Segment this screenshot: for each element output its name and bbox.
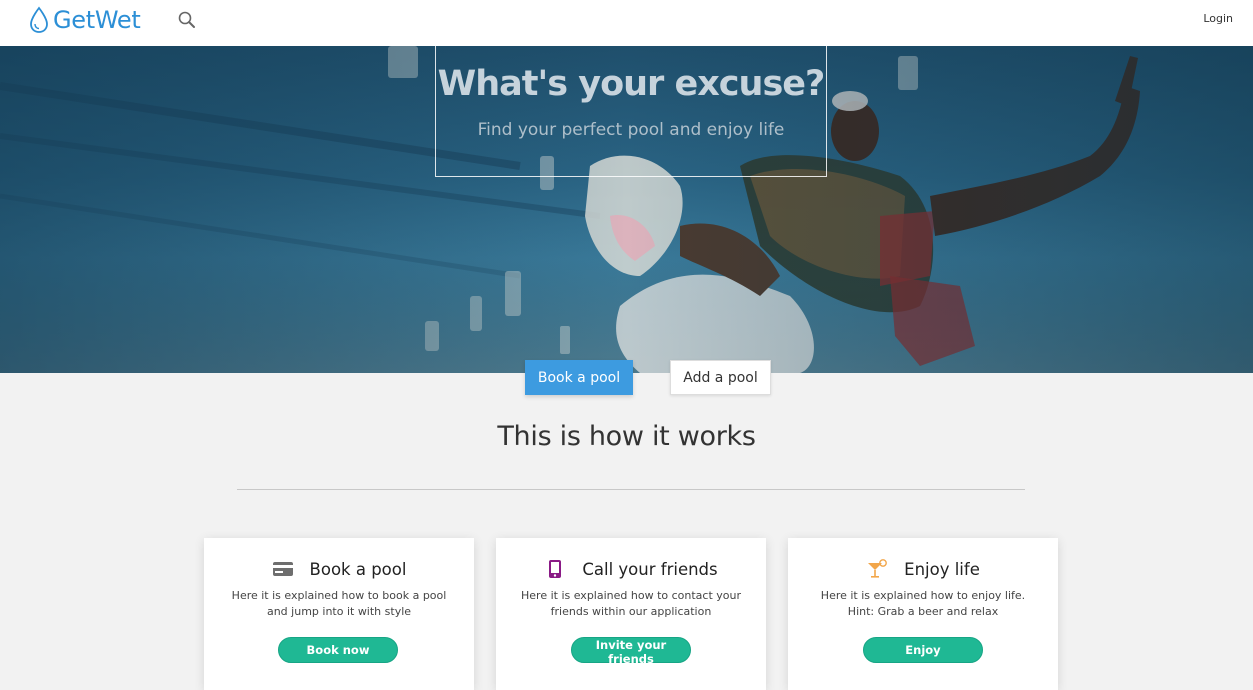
hero-banner: What's your excuse? Find your perfect po… <box>0 46 1253 373</box>
book-a-pool-button[interactable]: Book a pool <box>525 360 633 395</box>
feature-card-book-pool: Book a pool Here it is explained how to … <box>204 538 474 690</box>
enjoy-button[interactable]: Enjoy <box>863 637 983 663</box>
card-title: Book a pool <box>309 559 407 579</box>
brand-logo[interactable]: GetWet <box>29 5 141 35</box>
add-a-pool-button[interactable]: Add a pool <box>670 360 771 395</box>
water-drop-icon <box>30 6 48 33</box>
hero-subtitle: Find your perfect pool and enjoy life <box>477 120 785 140</box>
card-title: Enjoy life <box>904 559 980 579</box>
cocktail-icon <box>866 558 888 580</box>
feature-card-call-friends: Call your friends Here it is explained h… <box>496 538 766 690</box>
phone-icon <box>544 558 566 580</box>
hero-title: What's your excuse? <box>437 64 826 104</box>
card-title: Call your friends <box>582 559 718 579</box>
feature-card-enjoy-life: Enjoy life Here it is explained how to e… <box>788 538 1058 690</box>
section-divider <box>237 489 1025 490</box>
search-icon <box>178 11 195 28</box>
card-description: Here it is explained how to book a pool … <box>231 589 447 618</box>
hero-headline-box: What's your excuse? Find your perfect po… <box>435 46 827 177</box>
card-header: Enjoy life <box>788 558 1058 580</box>
card-description: Here it is explained how to enjoy life. … <box>820 589 1026 618</box>
how-it-works-title: This is how it works <box>497 421 756 452</box>
card-description: Here it is explained how to contact your… <box>521 589 741 618</box>
credit-card-icon <box>272 558 294 580</box>
card-header: Call your friends <box>496 558 766 580</box>
card-header: Book a pool <box>204 558 474 580</box>
login-link[interactable]: Login <box>1203 12 1233 25</box>
book-now-button[interactable]: Book now <box>278 637 398 663</box>
brand-name: GetWet <box>53 6 141 34</box>
search-button[interactable] <box>177 10 197 30</box>
navbar: GetWet Login <box>0 0 1253 46</box>
invite-friends-button[interactable]: Invite your friends <box>571 637 691 666</box>
